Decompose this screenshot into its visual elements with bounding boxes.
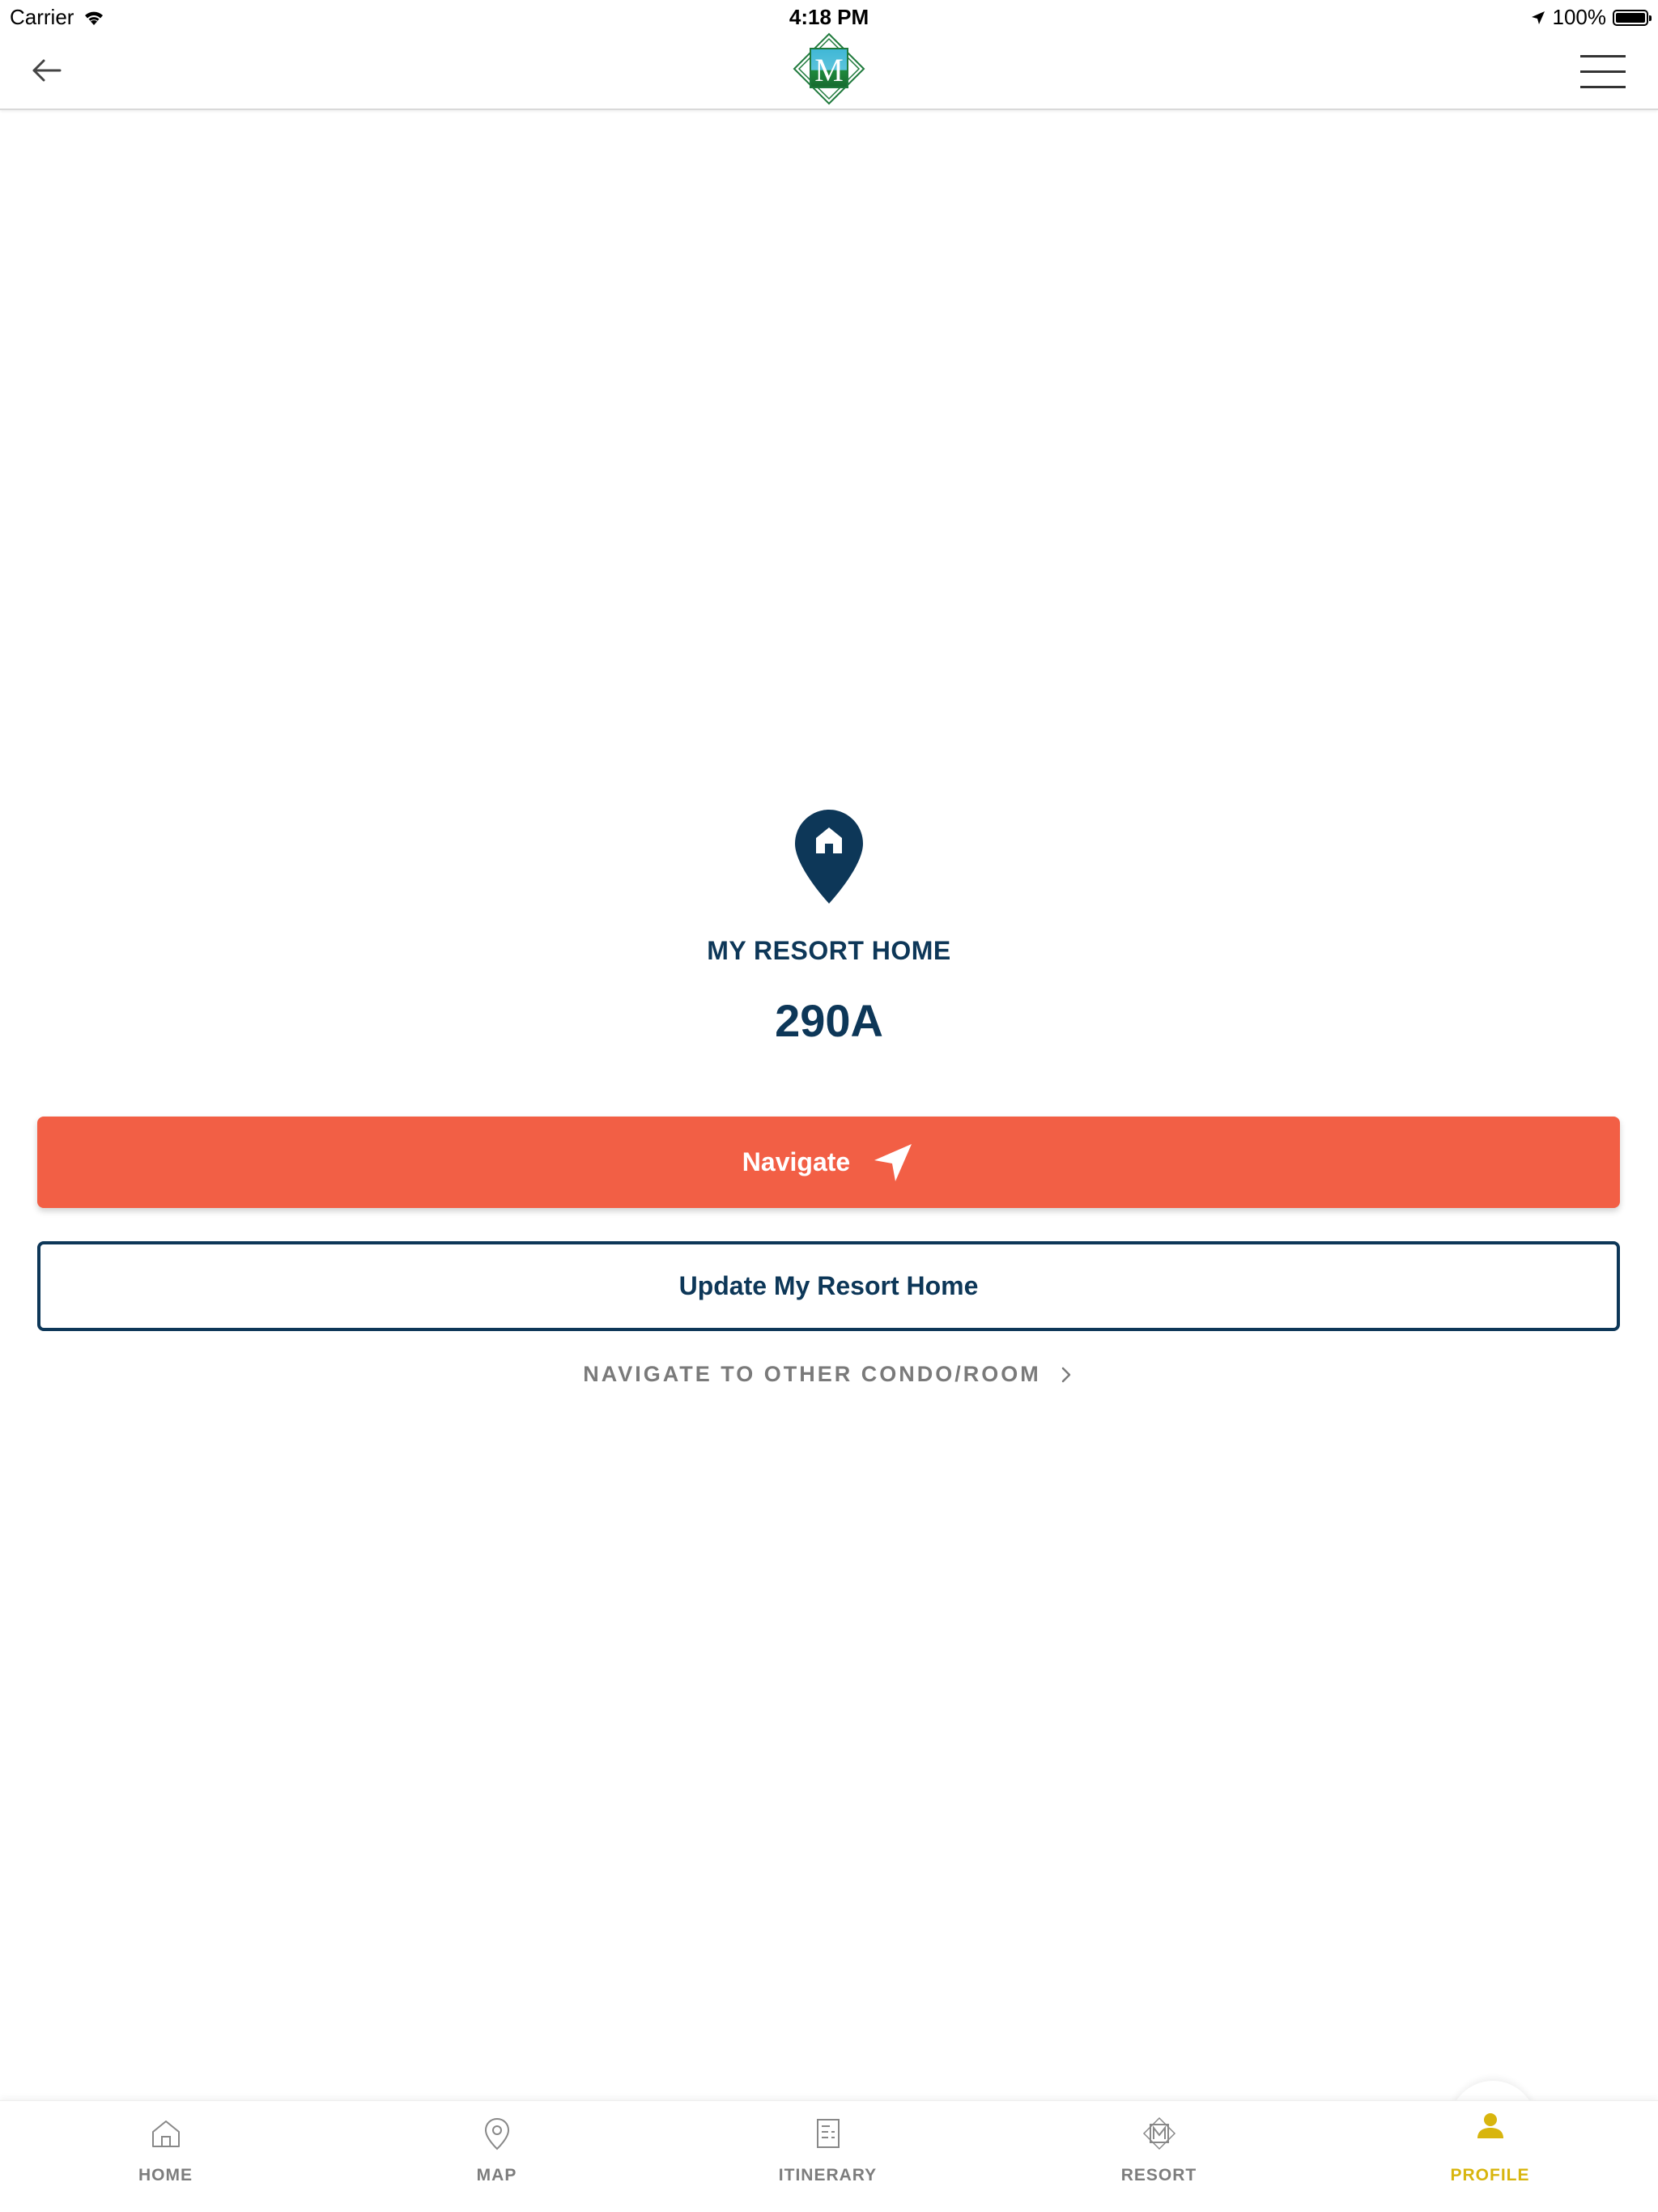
update-label: Update My Resort Home [678, 1271, 979, 1300]
status-time: 4:18 PM [789, 5, 869, 29]
resort-home-screen: Carrier 4:18 PM 100% M MY RESORT HOME 29… [0, 0, 1658, 2212]
tab-resort-label: RESORT [1120, 2166, 1197, 2184]
profile-icon [1477, 2113, 1503, 2138]
other-link-label: NAVIGATE TO OTHER CONDO/ROOM [583, 1362, 1041, 1386]
tab-profile[interactable]: PROFILE [1324, 2101, 1656, 2212]
itinerary-icon [816, 2119, 840, 2148]
hamburger-menu-icon[interactable] [1580, 55, 1626, 89]
battery-icon [1613, 9, 1652, 26]
resort-logo-icon [1142, 2116, 1175, 2150]
tab-home[interactable]: HOME [0, 2101, 331, 2212]
room-number: 290A [775, 995, 883, 1046]
tab-itinerary[interactable]: ITINERARY [662, 2101, 993, 2212]
battery-percent: 100% [1552, 5, 1607, 29]
tab-resort[interactable]: RESORT [993, 2101, 1324, 2212]
navigate-other-condo-link[interactable]: NAVIGATE TO OTHER CONDO/ROOM [0, 1362, 1658, 1387]
back-arrow-icon[interactable] [24, 49, 68, 92]
resort-home-label: MY RESORT HOME [707, 936, 951, 965]
tab-profile-label: PROFILE [1450, 2166, 1530, 2184]
map-pin-icon [484, 2117, 509, 2150]
chevron-right-icon [1061, 1367, 1070, 1382]
tab-bar: HOME MAP ITINERARY RESORT PROFILE [0, 2100, 1658, 2212]
logo-letter: M [814, 52, 844, 88]
home-location-pin-icon [795, 810, 863, 904]
resort-logo-icon[interactable]: M [793, 32, 865, 105]
tab-map-label: MAP [476, 2166, 517, 2184]
status-right: 100% [1530, 5, 1652, 30]
home-icon [151, 2121, 180, 2147]
status-bar: Carrier 4:18 PM 100% [0, 0, 1658, 32]
navigation-bar: M [0, 32, 1658, 110]
tab-map[interactable]: MAP [331, 2101, 662, 2212]
location-arrow-icon [1531, 11, 1545, 24]
tab-itinerary-label: ITINERARY [778, 2166, 878, 2184]
navigation-arrow-icon [874, 1143, 912, 1181]
navigate-button[interactable]: Navigate [37, 1117, 1620, 1208]
update-resort-home-button[interactable]: Update My Resort Home [37, 1241, 1620, 1331]
navigate-label: Navigate [742, 1147, 851, 1176]
tab-home-label: HOME [138, 2166, 193, 2184]
